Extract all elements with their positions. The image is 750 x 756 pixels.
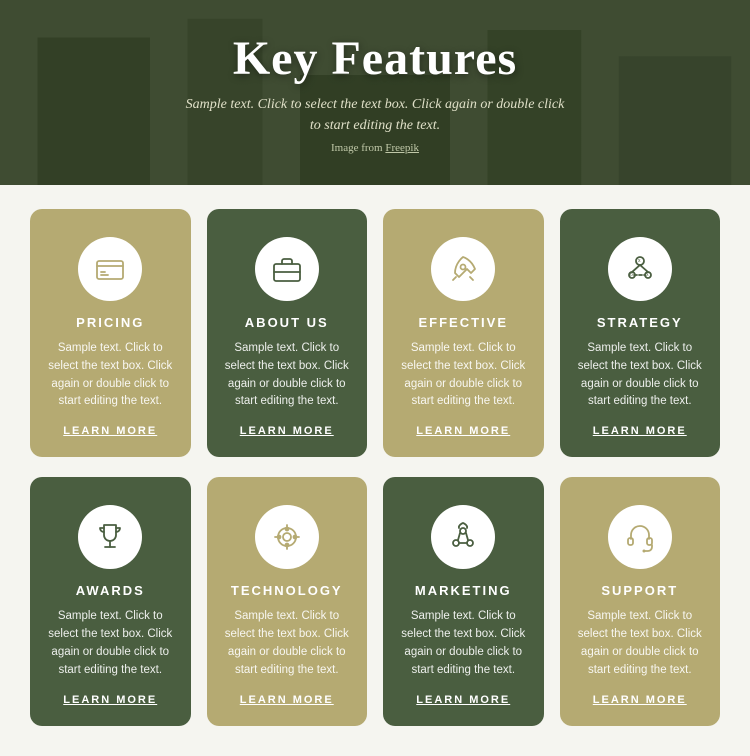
cards-row-2: AWARDS Sample text. Click to select the … (30, 477, 720, 725)
technology-text: Sample text. Click to select the text bo… (223, 608, 352, 679)
technology-icon (271, 521, 303, 553)
technology-icon-circle (255, 505, 319, 569)
svg-text:o: o (630, 272, 633, 278)
card-about-us: ABOUT US Sample text. Click to select th… (207, 209, 368, 457)
freepik-link[interactable]: Freepik (385, 142, 419, 154)
pricing-text: Sample text. Click to select the text bo… (46, 340, 175, 411)
page-title: Key Features (233, 31, 517, 86)
marketing-icon (447, 521, 479, 553)
credit-text: Image from (331, 142, 385, 154)
marketing-icon-circle (431, 505, 495, 569)
technology-learn-more[interactable]: LEARN MORE (240, 694, 334, 706)
effective-learn-more[interactable]: LEARN MORE (416, 425, 510, 437)
strategy-icon: x o x (624, 253, 656, 285)
briefcase-icon (271, 253, 303, 285)
credit-card-icon (94, 253, 126, 285)
strategy-text: Sample text. Click to select the text bo… (576, 340, 705, 411)
strategy-learn-more[interactable]: LEARN MORE (593, 425, 687, 437)
awards-text: Sample text. Click to select the text bo… (46, 608, 175, 679)
support-text: Sample text. Click to select the text bo… (576, 608, 705, 679)
card-technology: TECHNOLOGY Sample text. Click to select … (207, 477, 368, 725)
technology-title: TECHNOLOGY (231, 583, 343, 598)
card-support: SUPPORT Sample text. Click to select the… (560, 477, 721, 725)
awards-learn-more[interactable]: LEARN MORE (63, 694, 157, 706)
awards-icon-circle (78, 505, 142, 569)
marketing-text: Sample text. Click to select the text bo… (399, 608, 528, 679)
pricing-title: PRICING (76, 315, 144, 330)
trophy-icon (94, 521, 126, 553)
effective-text: Sample text. Click to select the text bo… (399, 340, 528, 411)
marketing-title: MARKETING (415, 583, 512, 598)
effective-icon-circle (431, 237, 495, 301)
about-us-learn-more[interactable]: LEARN MORE (240, 425, 334, 437)
pricing-icon-circle (78, 237, 142, 301)
svg-text:x: x (638, 258, 641, 264)
strategy-icon-circle: x o x (608, 237, 672, 301)
strategy-title: STRATEGY (597, 315, 683, 330)
card-pricing: PRICING Sample text. Click to select the… (30, 209, 191, 457)
card-awards: AWARDS Sample text. Click to select the … (30, 477, 191, 725)
card-marketing: MARKETING Sample text. Click to select t… (383, 477, 544, 725)
support-icon-circle (608, 505, 672, 569)
hero-background (0, 0, 750, 185)
marketing-learn-more[interactable]: LEARN MORE (416, 694, 510, 706)
awards-title: AWARDS (76, 583, 145, 598)
card-effective: EFFECTIVE Sample text. Click to select t… (383, 209, 544, 457)
headset-icon (624, 521, 656, 553)
card-strategy: x o x STRATEGY Sample text. Click to sel… (560, 209, 721, 457)
about-us-text: Sample text. Click to select the text bo… (223, 340, 352, 411)
support-title: SUPPORT (601, 583, 678, 598)
rocket-icon (447, 253, 479, 285)
cards-row-1: PRICING Sample text. Click to select the… (30, 209, 720, 457)
hero-subtitle: Sample text. Click to select the text bo… (185, 94, 565, 136)
support-learn-more[interactable]: LEARN MORE (593, 694, 687, 706)
pricing-learn-more[interactable]: LEARN MORE (63, 425, 157, 437)
hero-credit: Image from Freepik (331, 142, 419, 154)
about-us-title: ABOUT US (245, 315, 329, 330)
about-us-icon-circle (255, 237, 319, 301)
cards-section: PRICING Sample text. Click to select the… (0, 185, 750, 756)
effective-title: EFFECTIVE (418, 315, 508, 330)
hero-section: Key Features Sample text. Click to selec… (0, 0, 750, 185)
